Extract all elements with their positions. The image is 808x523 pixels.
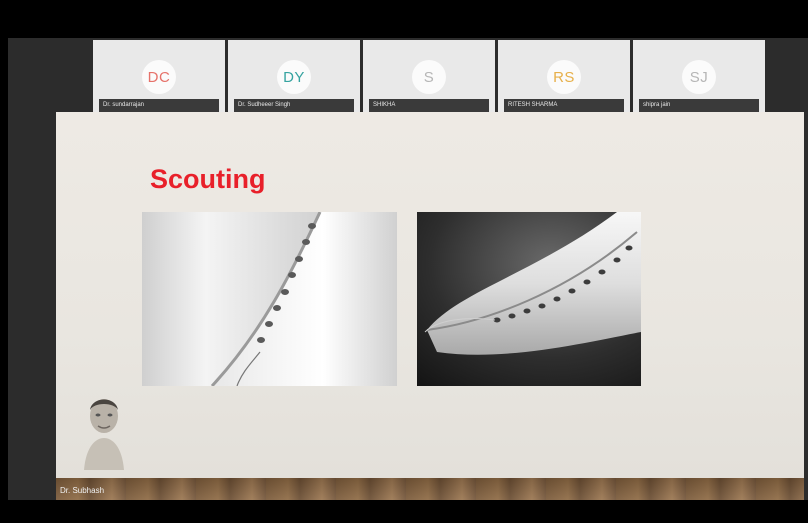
slide-title: Scouting bbox=[150, 164, 266, 194]
slide-image-right bbox=[417, 212, 641, 386]
needle-image-right bbox=[417, 212, 641, 386]
slide-image-left bbox=[142, 212, 397, 386]
participant-name: SHIKHA bbox=[369, 99, 489, 112]
wood-floor-decoration bbox=[56, 478, 804, 500]
participant-tile[interactable]: SJ shipra jain bbox=[633, 40, 765, 112]
participant-name: RITESH SHARMA bbox=[504, 99, 624, 112]
participant-name: Dr. sundarrajan bbox=[99, 99, 219, 112]
avatar: DC bbox=[142, 60, 176, 94]
participant-tile[interactable]: RS RITESH SHARMA bbox=[498, 40, 630, 112]
avatar: SJ bbox=[682, 60, 716, 94]
participant-strip: DC Dr. sundarrajan DY Dr. Sudheeer Singh… bbox=[93, 40, 765, 112]
participant-name: shipra jain bbox=[639, 99, 759, 112]
participant-tile[interactable]: S SHIKHA bbox=[363, 40, 495, 112]
participant-name: Dr. Sudheeer Singh bbox=[234, 99, 354, 112]
person-icon bbox=[84, 399, 124, 470]
presenter-name-label: Dr. Subhash bbox=[60, 486, 105, 495]
shared-slide: Scouting bbox=[56, 112, 804, 478]
presenter-video-thumbnail bbox=[80, 388, 128, 470]
needle-image-left bbox=[142, 212, 397, 386]
participant-tile[interactable]: DY Dr. Sudheeer Singh bbox=[228, 40, 360, 112]
participant-tile[interactable]: DC Dr. sundarrajan bbox=[93, 40, 225, 112]
avatar: DY bbox=[277, 60, 311, 94]
avatar: RS bbox=[547, 60, 581, 94]
avatar: S bbox=[412, 60, 446, 94]
